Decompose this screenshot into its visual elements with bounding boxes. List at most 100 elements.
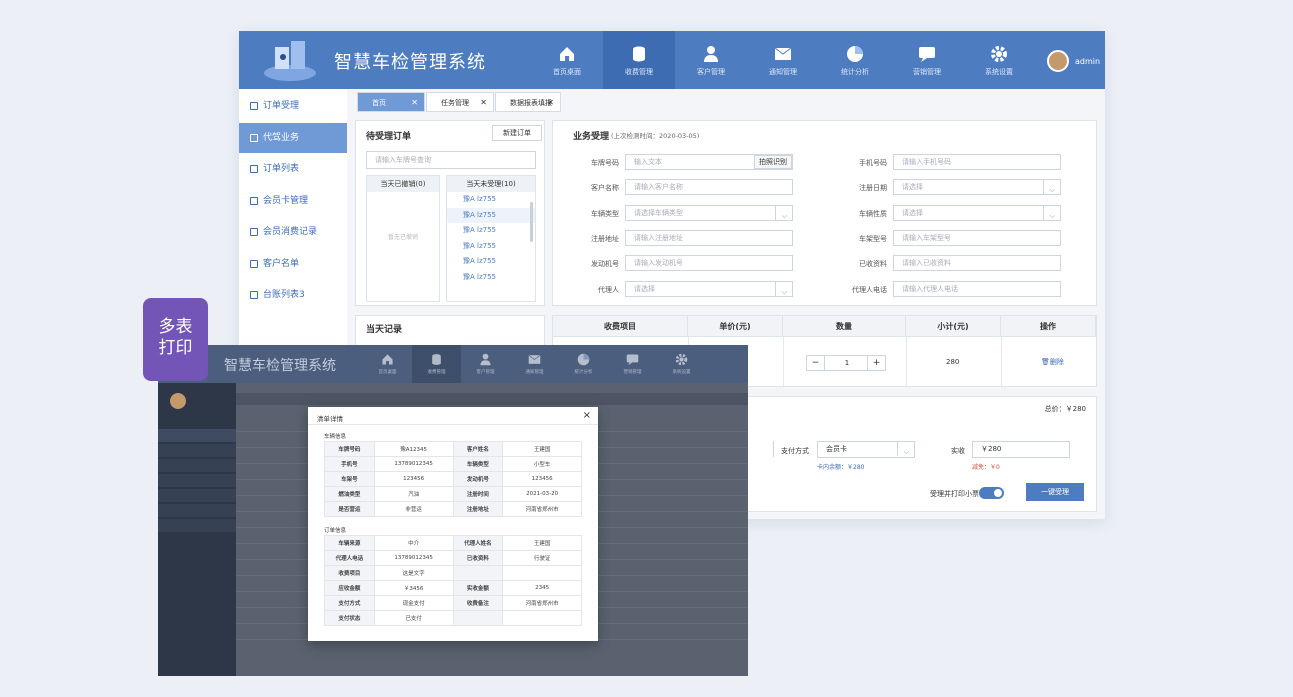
sidebar-item-2[interactable]: 订单列表: [239, 154, 347, 184]
table-cell: 手机号: [324, 456, 375, 472]
nav-item-1[interactable]: 收费管理: [603, 31, 675, 89]
plus-button[interactable]: +: [867, 356, 885, 370]
overlay-nav-item[interactable]: 客户管理: [461, 345, 510, 383]
sidebar-item-label: 订单受理: [263, 101, 300, 111]
overlay-nav-item[interactable]: 收费管理: [412, 345, 461, 383]
plate-search-input[interactable]: 请输入车牌号查询: [366, 151, 536, 169]
nav-item-3[interactable]: 通知管理: [747, 31, 819, 89]
overlay-nav-item[interactable]: 系统设置: [657, 345, 706, 383]
overlay-sidebar-item[interactable]: [158, 474, 236, 487]
table-row: 是否营运 非营运 注册地址 河南省郑州市: [324, 501, 582, 517]
plate-list-item[interactable]: 豫A lz755: [447, 239, 535, 255]
pay-method-select[interactable]: 会员卡 ⌵: [817, 441, 915, 458]
plate-list-item[interactable]: 豫A lz755: [447, 192, 535, 208]
form-input-left-4[interactable]: 请输入发动机号: [625, 255, 793, 272]
scrollbar[interactable]: [530, 202, 533, 242]
sidebar-item-6[interactable]: 台账列表3: [239, 280, 347, 310]
tab-2[interactable]: 数据报表填报 ✕: [495, 92, 561, 112]
form-label: 客户名称: [591, 184, 619, 193]
table-row: 收费项目 这是文字: [324, 565, 582, 581]
plate-list-item[interactable]: 豫A lz755: [447, 207, 535, 224]
overlay-sidebar-item[interactable]: [158, 504, 236, 517]
form-input-right-4[interactable]: 请输入已收资料: [893, 255, 1061, 272]
overlay-nav-item[interactable]: 通知管理: [510, 345, 559, 383]
form-input-left-2[interactable]: 请选择车辆类型 ⌵: [625, 204, 793, 221]
plate-list-item[interactable]: 豫A lz755: [447, 270, 535, 286]
overlay-nav-item[interactable]: 统计分析: [559, 345, 608, 383]
photo-recognize-button[interactable]: 拍照识别: [754, 155, 792, 169]
nav-label: 收费管理: [625, 68, 653, 76]
sidebar-item-4[interactable]: 会员消费记录: [239, 217, 347, 247]
accept-button[interactable]: 一键受理: [1026, 483, 1084, 501]
table-cell: 车架号: [324, 471, 375, 487]
top-header: 智慧车检管理系统 admin 首页桌面 收费管理 客户管理 通知管理 统计分析 营销管理 系…: [239, 31, 1105, 89]
nav-item-5[interactable]: 营销管理: [891, 31, 963, 89]
avatar[interactable]: [1047, 50, 1069, 72]
minus-button[interactable]: −: [807, 356, 825, 370]
form-input-left-5[interactable]: 请选择 ⌵: [625, 280, 793, 297]
overlay-sidebar-item[interactable]: [158, 459, 236, 472]
gear-icon: [990, 45, 1008, 63]
logo-icon: [264, 41, 316, 81]
close-icon[interactable]: ✕: [411, 93, 418, 113]
form-input-right-0[interactable]: 请输入手机号码: [893, 154, 1061, 170]
nav-item-0[interactable]: 首页桌面: [531, 31, 603, 89]
form-input-right-1[interactable]: 请选择 ⌵: [893, 179, 1061, 196]
table-cell: 支付方式: [324, 595, 375, 611]
vehicle-section-title: 车辆信息: [324, 434, 347, 440]
quantity-value[interactable]: 1: [825, 356, 869, 370]
sidebar-item-1[interactable]: 代驾业务: [239, 122, 347, 153]
form-input-left-1[interactable]: 请输入客户名称: [625, 179, 793, 196]
overlay-sidebar-item[interactable]: [158, 444, 236, 457]
nav-item-6[interactable]: 系统设置: [963, 31, 1035, 89]
overlay-nav-item[interactable]: 首页桌面: [363, 345, 412, 383]
close-button[interactable]: ×: [583, 410, 591, 421]
table-cell: 这是文字: [373, 565, 454, 581]
overlay-sidebar-item[interactable]: [158, 489, 236, 502]
paid-input[interactable]: ￥280: [972, 441, 1070, 458]
overlay-nav-item[interactable]: 营销管理: [608, 345, 657, 383]
table-cell: 王建国: [502, 535, 582, 551]
close-icon[interactable]: ✕: [547, 93, 554, 113]
tab-label: 首页: [372, 99, 386, 107]
plate-list-item[interactable]: 豫A lz755: [447, 254, 535, 270]
card-balance: 卡内余额：￥280: [817, 464, 865, 471]
table-cell: 代理人姓名: [452, 535, 504, 551]
form-input-right-2[interactable]: 请选择 ⌵: [893, 204, 1061, 221]
overlay-sidebar-item[interactable]: [158, 519, 236, 532]
form-input-left-0[interactable]: 输入文本 拍照识别: [625, 154, 793, 170]
today-title: 当天记录: [366, 325, 403, 335]
overlay-tabbar: [236, 393, 748, 405]
table-row: 代理人电话 13789012345 已收资料 行驶证: [324, 550, 582, 566]
new-order-button[interactable]: 新建订单: [492, 125, 542, 141]
table-cell: 收费备注: [452, 595, 504, 611]
quantity-stepper[interactable]: − 1 +: [806, 355, 886, 371]
mail-icon: [528, 353, 541, 366]
print-label: 受理并打印小票: [930, 490, 979, 498]
sidebar-item-3[interactable]: 会员卡管理: [239, 186, 347, 216]
nav-label: 首页桌面: [553, 68, 581, 76]
tab-1[interactable]: 任务管理 ✕: [426, 92, 494, 112]
overlay-sidebar-item[interactable]: [158, 429, 236, 442]
table-cell: 车辆来源: [324, 535, 375, 551]
print-toggle[interactable]: [979, 487, 1004, 499]
close-icon[interactable]: ✕: [480, 93, 487, 113]
sidebar-item-5[interactable]: 客户名单: [239, 249, 347, 279]
form-input-right-3[interactable]: 请输入车架型号: [893, 229, 1061, 246]
form-input-right-5[interactable]: 请输入代理人电话: [893, 280, 1061, 297]
table-cell: 应收金额: [324, 580, 375, 596]
form-label: 注册地址: [591, 234, 619, 243]
table-cell: 13789012345: [373, 456, 454, 472]
delete-button[interactable]: 🗑删除: [1041, 357, 1064, 367]
sidebar-item-0[interactable]: 订单受理: [239, 91, 347, 121]
nav-item-2[interactable]: 客户管理: [675, 31, 747, 89]
table-cell: 燃油类型: [324, 486, 375, 502]
table-cell: 王建国: [502, 441, 582, 457]
detail-modal: 清单详情 × 车辆信息 车牌号码 豫A12345 客户姓名 王建国 手机号 1378901…: [308, 407, 598, 641]
nav-item-4[interactable]: 统计分析: [819, 31, 891, 89]
plate-list-item[interactable]: 豫A lz755: [447, 223, 535, 239]
tab-0[interactable]: 首页 ✕: [357, 92, 425, 112]
table-cell: [502, 565, 582, 581]
mail-icon: [774, 45, 792, 63]
form-input-left-3[interactable]: 请输入注册地址: [625, 229, 793, 246]
